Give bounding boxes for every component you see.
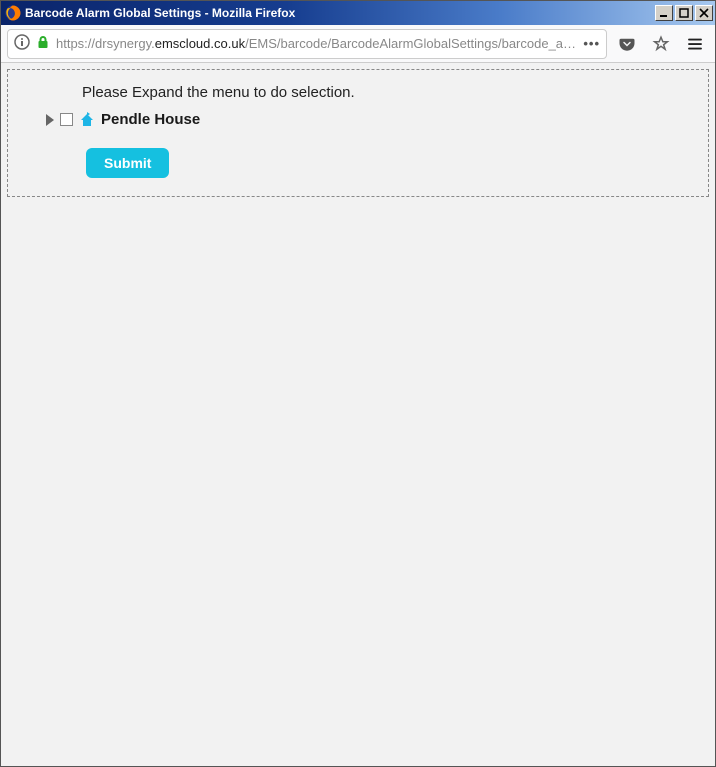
- tree-root-label[interactable]: Pendle House: [101, 111, 200, 128]
- instruction-text: Please Expand the menu to do selection.: [82, 84, 688, 101]
- settings-panel: Please Expand the menu to do selection. …: [7, 69, 709, 197]
- submit-button[interactable]: Submit: [86, 148, 169, 178]
- page-content: Please Expand the menu to do selection. …: [1, 63, 715, 766]
- expand-triangle-icon[interactable]: [46, 114, 54, 126]
- window-controls: [655, 5, 713, 21]
- site-info-icon[interactable]: [14, 34, 30, 53]
- url-text: https://drsynergy.emscloud.co.uk/EMS/bar…: [56, 36, 577, 51]
- firefox-icon: [5, 5, 21, 21]
- window-title: Barcode Alarm Global Settings - Mozilla …: [25, 6, 655, 20]
- url-bar[interactable]: https://drsynergy.emscloud.co.uk/EMS/bar…: [7, 29, 607, 59]
- minimize-button[interactable]: [655, 5, 673, 21]
- lock-icon[interactable]: [36, 35, 50, 52]
- more-actions-icon[interactable]: •••: [583, 36, 600, 51]
- pocket-icon[interactable]: [613, 30, 641, 58]
- hamburger-menu-icon[interactable]: [681, 30, 709, 58]
- maximize-button[interactable]: [675, 5, 693, 21]
- tree-checkbox[interactable]: [60, 113, 73, 126]
- window-titlebar: Barcode Alarm Global Settings - Mozilla …: [1, 1, 715, 25]
- house-icon: [79, 112, 95, 128]
- tree-root-row: Pendle House: [46, 111, 688, 128]
- bookmark-star-icon[interactable]: [647, 30, 675, 58]
- close-button[interactable]: [695, 5, 713, 21]
- browser-toolbar: https://drsynergy.emscloud.co.uk/EMS/bar…: [1, 25, 715, 63]
